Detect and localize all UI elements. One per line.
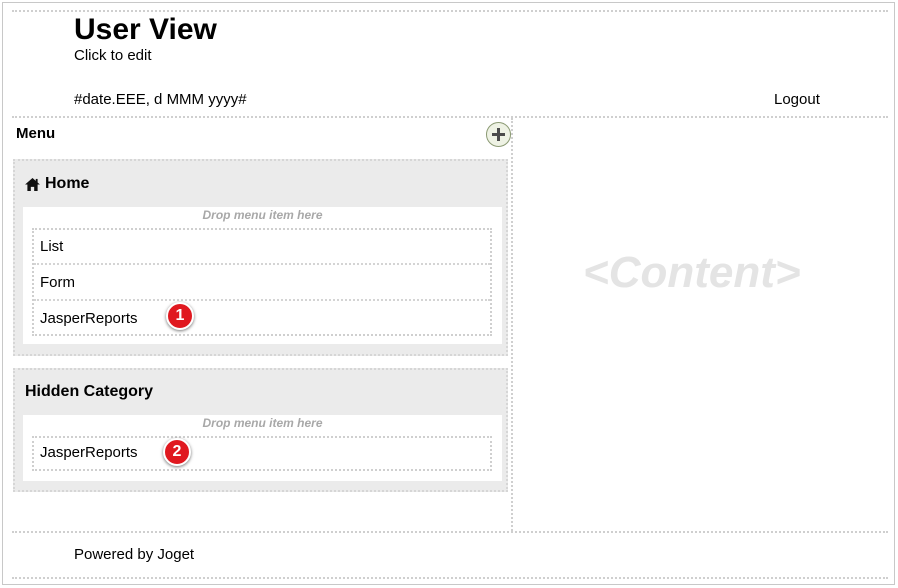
menu-content-divider — [511, 118, 513, 531]
drop-zone-hint: Drop menu item here — [202, 416, 323, 430]
add-category-button[interactable] — [486, 122, 511, 147]
menu-item-form[interactable]: Form — [34, 266, 490, 301]
menu-category-hidden[interactable]: Hidden Category Drop menu item here Jasp… — [13, 368, 508, 492]
menu-items-list: JasperReports — [32, 436, 492, 471]
menu-item-jasperreports[interactable]: JasperReports — [34, 302, 490, 337]
menu-category-home[interactable]: Home Drop menu item here List Form Jaspe… — [13, 159, 508, 356]
drop-zone-hint: Drop menu item here — [202, 208, 323, 222]
category-header[interactable]: Hidden Category — [25, 382, 153, 402]
callout-badge-1: 1 — [166, 302, 194, 330]
category-item-area: Drop menu item here JasperReports — [23, 415, 502, 481]
plus-icon — [492, 128, 505, 141]
menu-label: Menu — [16, 125, 56, 142]
footer-text[interactable]: Powered by Joget — [74, 546, 194, 564]
header-top-divider — [12, 10, 888, 12]
category-item-area: Drop menu item here List Form JasperRepo… — [23, 207, 502, 344]
menu-item-list[interactable]: List — [34, 230, 490, 265]
menu-items-list: List Form JasperReports — [32, 228, 492, 336]
header-bottom-divider — [12, 116, 888, 118]
category-label: Home — [45, 175, 90, 192]
click-to-edit-hint[interactable]: Click to edit — [74, 47, 152, 65]
page-title[interactable]: User View — [74, 12, 217, 48]
logout-link[interactable]: Logout — [774, 91, 820, 109]
home-icon — [25, 177, 40, 191]
footer-top-divider — [12, 531, 888, 533]
category-header[interactable]: Home — [25, 174, 89, 194]
callout-badge-2: 2 — [163, 438, 191, 466]
category-label: Hidden Category — [25, 383, 154, 400]
content-placeholder: <Content> — [583, 248, 801, 297]
menu-item-jasperreports[interactable]: JasperReports — [34, 438, 490, 469]
date-format-text: #date.EEE, d MMM yyyy# — [74, 91, 247, 108]
footer-bottom-divider — [12, 577, 888, 579]
